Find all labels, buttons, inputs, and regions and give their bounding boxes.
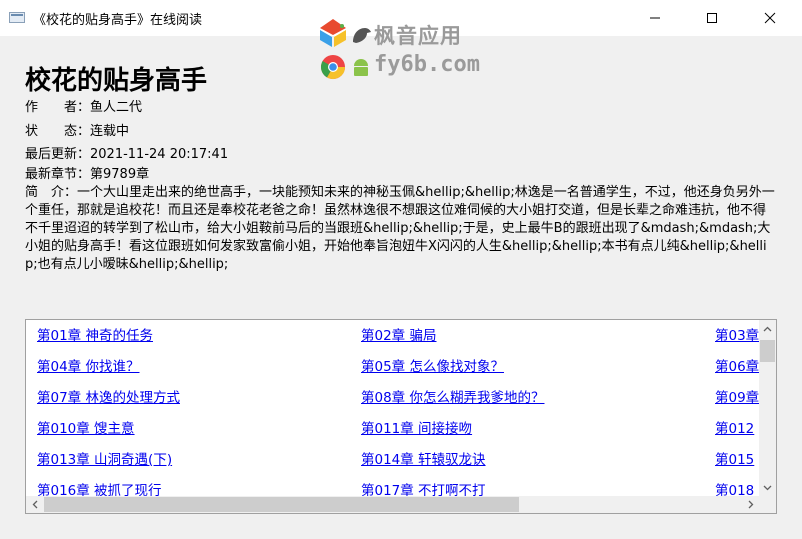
chapter-link[interactable]: 第017章 不打啊不打 — [361, 479, 486, 496]
chapter-list-box: 第01章 神奇的任务 第02章 骗局 第03章第04章 你找谁？ 第05章 怎么像找对… — [25, 319, 777, 514]
chapter-link[interactable]: 第015 — [715, 448, 754, 468]
chevron-up-icon — [763, 326, 772, 331]
horizontal-scrollbar[interactable] — [26, 496, 759, 513]
chapter-link[interactable]: 第07章 林逸的处理方式 — [37, 386, 180, 406]
latest-chapter-value: 第9789章 — [90, 167, 150, 182]
close-icon — [764, 12, 776, 24]
chapter-link[interactable]: 第04章 你找谁？ — [37, 355, 139, 375]
chapter-link[interactable]: 第013章 山洞奇遇(下) — [37, 448, 172, 468]
chapter-link[interactable]: 第012 — [715, 417, 754, 437]
book-detail-panel: 校花的贴身高手 作 者：鱼人二代 状 态：连载中 最后更新：2021-11-24… — [0, 36, 802, 539]
chapter-link[interactable]: 第011章 间接接吻 — [361, 417, 472, 437]
scroll-down-button[interactable] — [759, 479, 776, 496]
chevron-left-icon — [32, 500, 37, 509]
intro-text: 一个大山里走出来的绝世高手，一块能预知未来的神秘玉佩&hellip;&helli… — [25, 185, 775, 272]
author-label: 作 者： — [25, 100, 91, 115]
vertical-scrollbar[interactable] — [759, 320, 776, 496]
maximize-button[interactable] — [689, 0, 735, 36]
latest-chapter-row: 最新章节：第9789章 — [25, 163, 149, 182]
chapter-link[interactable]: 第02章 骗局 — [361, 324, 436, 344]
chapter-list[interactable]: 第01章 神奇的任务 第02章 骗局 第03章第04章 你找谁？ 第05章 怎么像找对… — [26, 320, 759, 496]
updated-label: 最后更新： — [25, 147, 91, 162]
chevron-down-icon — [763, 485, 772, 490]
updated-row: 最后更新：2021-11-24 20:17:41 — [25, 143, 228, 162]
chapter-link[interactable]: 第010章 馊主意 — [37, 417, 135, 437]
book-intro: 简 介：一个大山里走出来的绝世高手，一块能预知未来的神秘玉佩&hellip;&h… — [25, 184, 775, 274]
status-value: 连载中 — [90, 124, 130, 139]
chapter-link[interactable]: 第09章 — [715, 386, 759, 406]
window-title: 《校花的贴身高手》在线阅读 — [33, 13, 203, 28]
chapter-link[interactable]: 第01章 神奇的任务 — [37, 324, 153, 344]
chapter-link[interactable]: 第08章 你怎么糊弄我爹地的？ — [361, 386, 544, 406]
chapter-link[interactable]: 第014章 轩辕驭龙诀 — [361, 448, 486, 468]
vertical-scroll-thumb[interactable] — [760, 340, 775, 362]
status-row: 状 态：连载中 — [25, 120, 129, 139]
minimize-button[interactable] — [632, 0, 678, 36]
latest-chapter-label: 最新章节： — [25, 167, 91, 182]
scroll-up-button[interactable] — [759, 320, 776, 337]
author-value: 鱼人二代 — [90, 100, 143, 115]
author-row: 作 者：鱼人二代 — [25, 96, 142, 115]
chevron-right-icon — [748, 500, 753, 509]
chapter-link[interactable]: 第016章 被抓了现行 — [37, 479, 162, 496]
scroll-corner — [759, 496, 776, 513]
intro-label: 简 介： — [25, 185, 78, 200]
chapter-link[interactable]: 第03章 — [715, 324, 759, 344]
chapter-link[interactable]: 第018 — [715, 479, 754, 496]
updated-value: 2021-11-24 20:17:41 — [90, 147, 229, 162]
book-title: 校花的贴身高手 — [25, 66, 208, 96]
close-button[interactable] — [747, 0, 793, 36]
minimize-icon — [650, 17, 660, 19]
status-label: 状 态： — [25, 124, 91, 139]
app-window-icon — [9, 12, 25, 23]
chapter-link[interactable]: 第06章 — [715, 355, 759, 375]
maximize-icon — [707, 13, 717, 23]
horizontal-scroll-thumb[interactable] — [44, 497, 519, 512]
scroll-right-button[interactable] — [742, 496, 759, 513]
scroll-left-button[interactable] — [26, 496, 43, 513]
chapter-link[interactable]: 第05章 怎么像找对象？ — [361, 355, 504, 375]
